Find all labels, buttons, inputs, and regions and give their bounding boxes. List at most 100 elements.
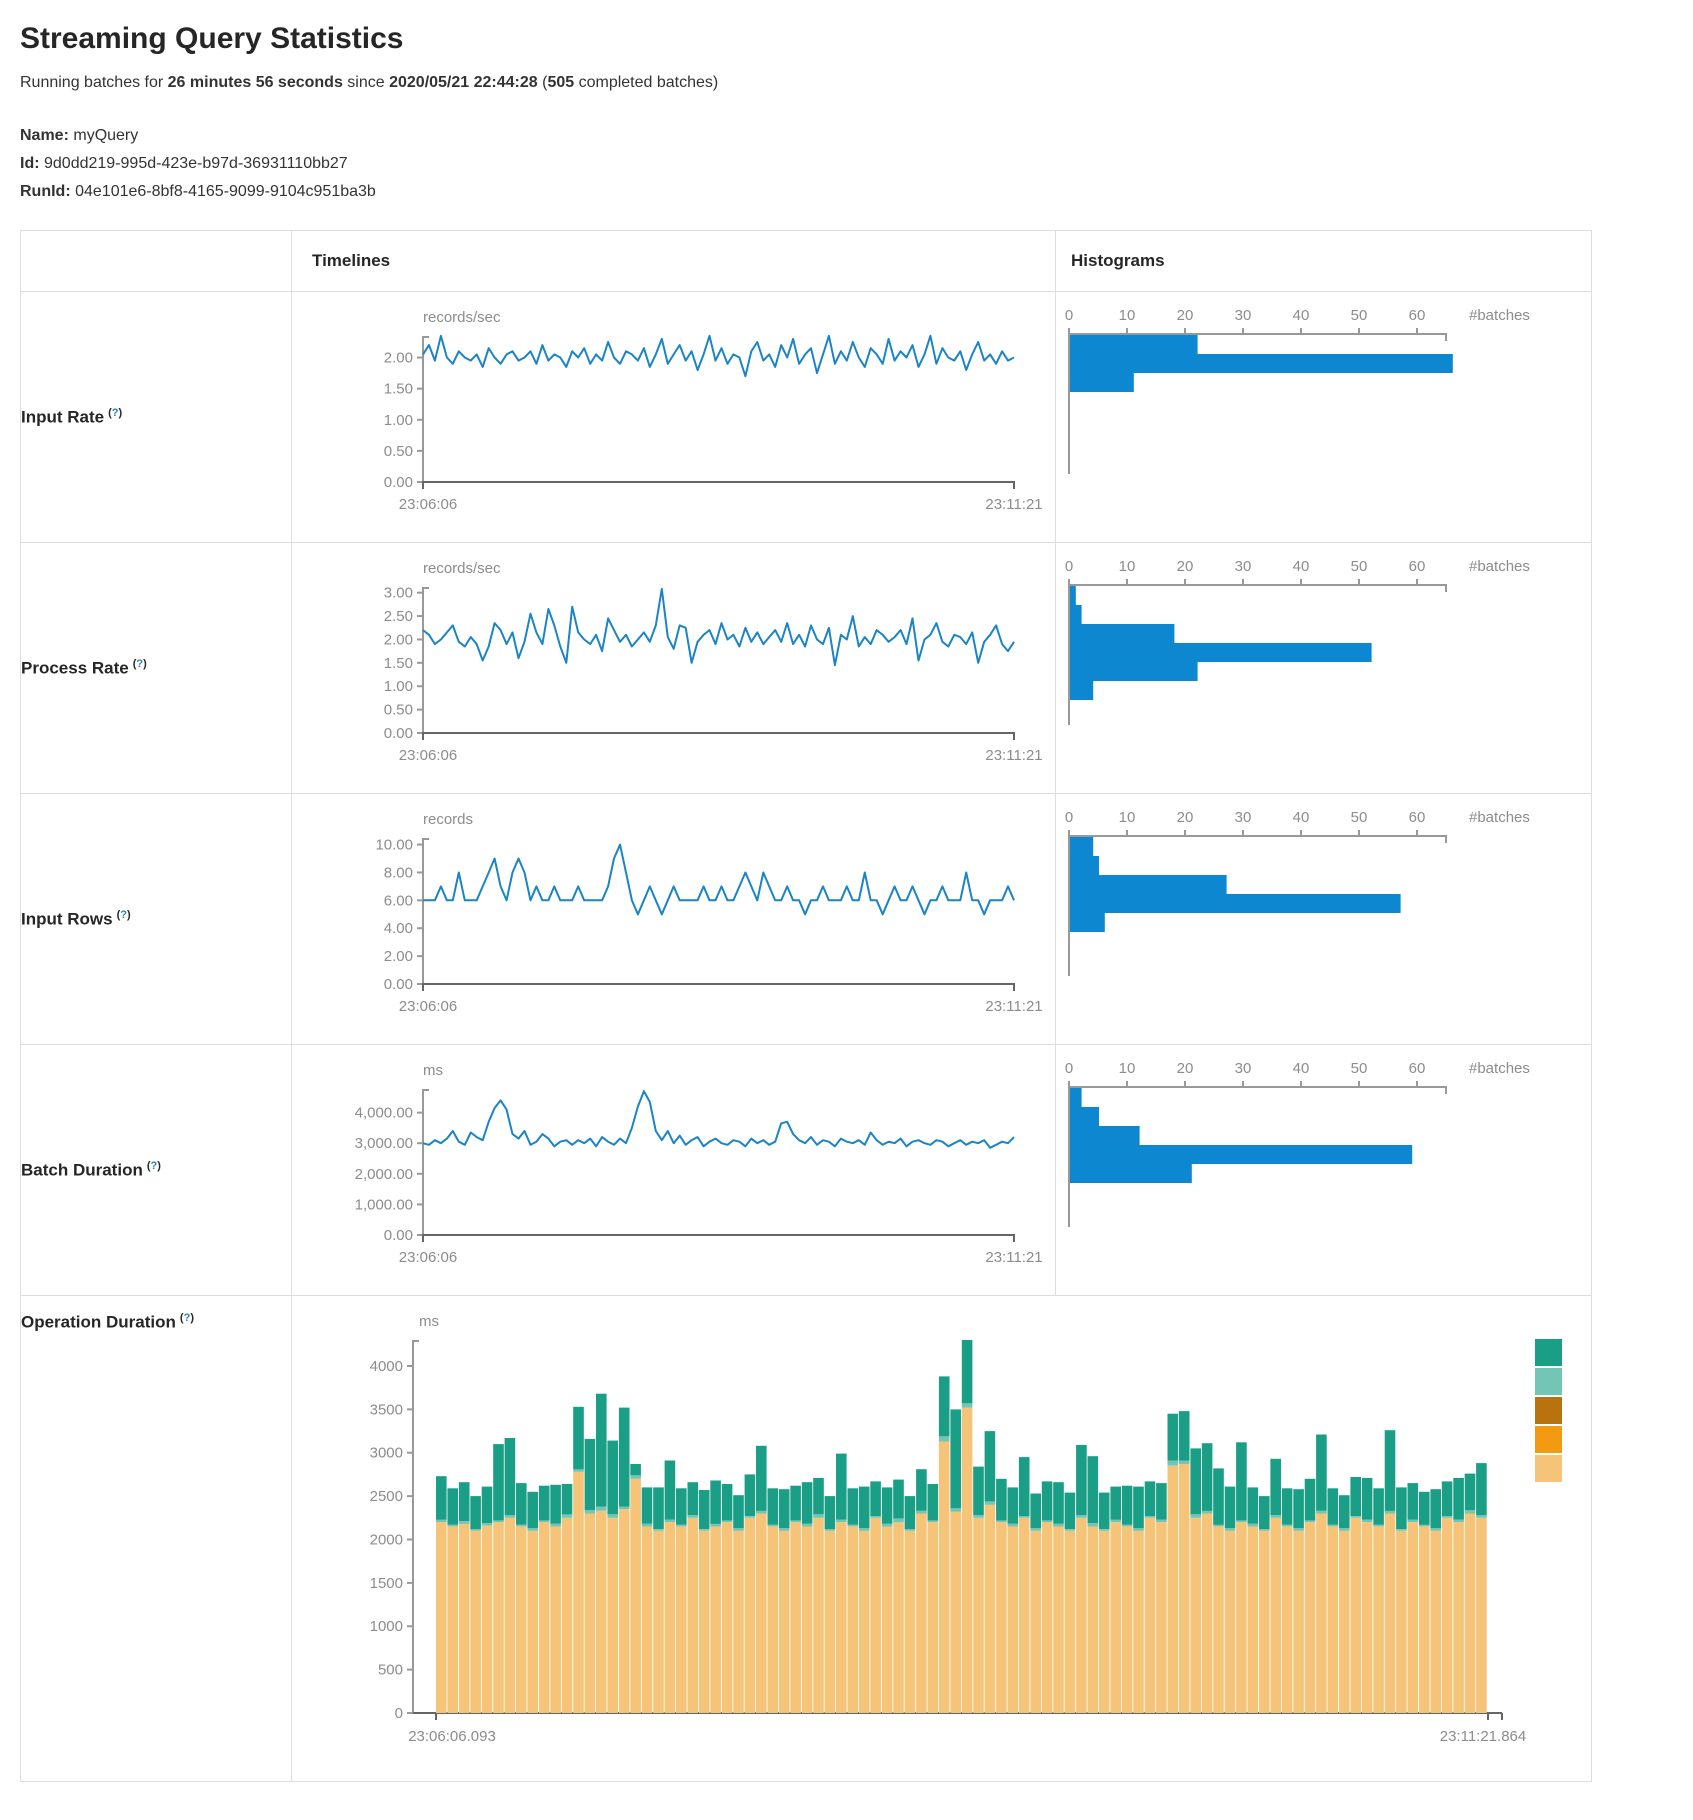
running-prefix: Running batches for bbox=[20, 74, 168, 91]
svg-text:records/sec: records/sec bbox=[423, 560, 501, 577]
help-icon[interactable]: (?) bbox=[117, 909, 131, 921]
help-paren: ) bbox=[157, 1160, 161, 1172]
batch-duration-timeline-cell: ms4,000.003,000.002,000.001,000.000.0023… bbox=[292, 1045, 1056, 1296]
input-rate-timeline-cell: records/sec2.001.501.000.500.0023:06:062… bbox=[292, 292, 1056, 543]
process-rate-timeline-cell: records/sec3.002.502.001.501.000.500.002… bbox=[292, 543, 1056, 794]
svg-text:3500: 3500 bbox=[370, 1401, 403, 1418]
help-icon[interactable]: (?) bbox=[147, 1160, 161, 1172]
operation-duration-chart-cell: ms4000350030002500200015001000500023:06:… bbox=[292, 1296, 1592, 1782]
query-id-value: 9d0dd219-995d-423e-b97d-36931110bb27 bbox=[44, 155, 348, 172]
input-rows-histogram-chart: 0102030405060#batches bbox=[1056, 794, 1592, 1044]
row-label: Input Rows bbox=[21, 909, 113, 928]
svg-text:8.00: 8.00 bbox=[384, 864, 413, 881]
svg-text:3.00: 3.00 bbox=[384, 585, 413, 602]
query-metadata: Name: myQuery Id: 9d0dd219-995d-423e-b97… bbox=[20, 122, 1673, 206]
svg-text:2.00: 2.00 bbox=[384, 350, 413, 367]
svg-text:#batches: #batches bbox=[1469, 809, 1530, 826]
svg-text:20: 20 bbox=[1177, 1060, 1194, 1077]
svg-text:10: 10 bbox=[1119, 307, 1136, 324]
svg-text:0.00: 0.00 bbox=[384, 474, 413, 491]
svg-text:records/sec: records/sec bbox=[423, 309, 501, 326]
process-rate-histogram-chart: 0102030405060#batches bbox=[1056, 543, 1592, 793]
help-icon[interactable]: (?) bbox=[180, 1312, 194, 1324]
svg-text:30: 30 bbox=[1235, 809, 1252, 826]
svg-text:60: 60 bbox=[1409, 809, 1426, 826]
help-paren: ) bbox=[119, 407, 123, 419]
svg-text:23:06:06: 23:06:06 bbox=[399, 1249, 457, 1266]
svg-text:1.00: 1.00 bbox=[384, 678, 413, 695]
svg-text:records: records bbox=[423, 811, 473, 828]
operation-duration-row: Operation Duration(?) ms4000350030002500… bbox=[21, 1296, 1592, 1782]
svg-text:1.50: 1.50 bbox=[384, 381, 413, 398]
completed-batches-count: 505 bbox=[547, 74, 574, 91]
input-rows-label: Input Rows (?) bbox=[21, 794, 292, 1045]
statistics-table: Timelines Histograms Input Rate (?) recor… bbox=[20, 230, 1592, 1782]
svg-text:0.00: 0.00 bbox=[384, 1227, 413, 1244]
svg-text:ms: ms bbox=[423, 1062, 443, 1079]
completed-suffix: completed batches) bbox=[574, 74, 718, 91]
running-batches-summary: Running batches for 26 minutes 56 second… bbox=[20, 74, 1673, 92]
query-id-row: Id: 9d0dd219-995d-423e-b97d-36931110bb27 bbox=[20, 150, 1673, 178]
svg-text:#batches: #batches bbox=[1469, 307, 1530, 324]
svg-text:2,000.00: 2,000.00 bbox=[355, 1166, 413, 1183]
svg-text:0: 0 bbox=[395, 1705, 403, 1722]
svg-text:1000: 1000 bbox=[370, 1618, 403, 1635]
page-title: Streaming Query Statistics bbox=[20, 22, 1673, 56]
row-label: Input Rate bbox=[21, 407, 104, 426]
svg-text:3000: 3000 bbox=[370, 1445, 403, 1462]
svg-text:10: 10 bbox=[1119, 809, 1136, 826]
svg-text:1500: 1500 bbox=[370, 1575, 403, 1592]
input-rate-histogram-chart: 0102030405060#batches bbox=[1056, 292, 1592, 542]
svg-text:50: 50 bbox=[1351, 1060, 1368, 1077]
svg-text:10.00: 10.00 bbox=[375, 837, 413, 854]
svg-text:0: 0 bbox=[1065, 307, 1073, 324]
svg-text:23:06:06: 23:06:06 bbox=[399, 496, 457, 513]
row-label: Process Rate bbox=[21, 658, 129, 677]
svg-text:10: 10 bbox=[1119, 558, 1136, 575]
svg-text:23:11:21: 23:11:21 bbox=[985, 496, 1042, 513]
empty-header-cell bbox=[21, 231, 292, 292]
help-question: ? bbox=[120, 909, 127, 921]
svg-text:500: 500 bbox=[378, 1662, 403, 1679]
svg-text:1.50: 1.50 bbox=[384, 655, 413, 672]
input-rate-histogram-cell: 0102030405060#batches bbox=[1056, 292, 1592, 543]
svg-text:23:11:21: 23:11:21 bbox=[985, 747, 1042, 764]
svg-text:60: 60 bbox=[1409, 558, 1426, 575]
svg-text:40: 40 bbox=[1293, 809, 1310, 826]
query-name-row: Name: myQuery bbox=[20, 122, 1673, 150]
svg-text:23:11:21: 23:11:21 bbox=[985, 1249, 1042, 1266]
input-rate-label: Input Rate (?) bbox=[21, 292, 292, 543]
help-paren: ) bbox=[143, 658, 147, 670]
svg-text:23:11:21.864: 23:11:21.864 bbox=[1440, 1728, 1526, 1745]
svg-text:40: 40 bbox=[1293, 558, 1310, 575]
svg-text:4000: 4000 bbox=[370, 1358, 403, 1375]
svg-text:0.50: 0.50 bbox=[384, 702, 413, 719]
batch-duration-label: Batch Duration(?) bbox=[21, 1045, 292, 1296]
query-runid-row: RunId: 04e101e6-8bf8-4165-9099-9104c951b… bbox=[20, 178, 1673, 206]
svg-text:23:11:21: 23:11:21 bbox=[985, 998, 1042, 1015]
svg-text:40: 40 bbox=[1293, 307, 1310, 324]
histograms-header: Histograms bbox=[1056, 231, 1592, 292]
help-icon[interactable]: (?) bbox=[108, 407, 122, 419]
start-timestamp: 2020/05/21 22:44:28 bbox=[389, 74, 538, 91]
process-rate-label: Process Rate (?) bbox=[21, 543, 292, 794]
svg-text:2500: 2500 bbox=[370, 1488, 403, 1505]
svg-text:#batches: #batches bbox=[1469, 1060, 1530, 1077]
row-label: Operation Duration bbox=[21, 1313, 176, 1332]
input-rate-row: Input Rate(?) records/sec2.001.501.000.5… bbox=[21, 292, 1592, 543]
svg-text:0: 0 bbox=[1065, 558, 1073, 575]
svg-text:23:06:06.093: 23:06:06.093 bbox=[408, 1728, 496, 1745]
svg-text:1.00: 1.00 bbox=[384, 412, 413, 429]
query-name-value: myQuery bbox=[73, 127, 138, 144]
input-rate-timeline-chart: records/sec2.001.501.000.500.0023:06:062… bbox=[292, 292, 1056, 542]
svg-text:4,000.00: 4,000.00 bbox=[355, 1105, 413, 1122]
svg-text:20: 20 bbox=[1177, 307, 1194, 324]
operation-duration-chart: ms4000350030002500200015001000500023:06:… bbox=[292, 1296, 1592, 1781]
running-since: since bbox=[343, 74, 389, 91]
svg-text:1,000.00: 1,000.00 bbox=[355, 1196, 413, 1213]
svg-text:0.00: 0.00 bbox=[384, 725, 413, 742]
table-header-row: Timelines Histograms bbox=[21, 231, 1592, 292]
help-icon[interactable]: (?) bbox=[133, 658, 147, 670]
svg-text:30: 30 bbox=[1235, 1060, 1252, 1077]
input-rows-timeline-cell: records10.008.006.004.002.000.0023:06:06… bbox=[292, 794, 1056, 1045]
